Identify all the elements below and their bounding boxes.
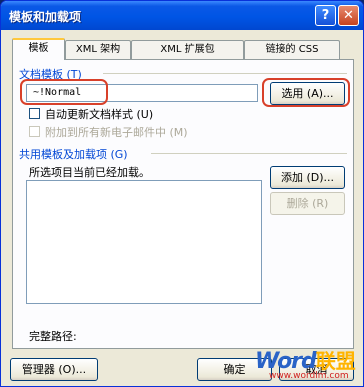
close-button[interactable]: ✕: [338, 5, 359, 26]
tab-xml-expansion-pack[interactable]: XML 扩展包: [131, 40, 244, 59]
watermark-logo: Word联盟: [255, 345, 356, 374]
highlight-choose-button: [262, 78, 350, 107]
add-button[interactable]: 添加 (D)...: [270, 166, 345, 189]
auto-update-label: 自动更新文档样式 (U): [45, 108, 154, 121]
watermark-brand-cn: 联盟: [315, 349, 356, 373]
help-button[interactable]: ?: [315, 5, 336, 26]
remove-button[interactable]: 删除 (R): [270, 192, 345, 215]
window-title: 模板和加载项: [9, 10, 82, 24]
load-status-text: 所选项目当前已经加载。: [29, 166, 150, 179]
attach-email-label: 附加到所有新电子邮件中 (M): [45, 126, 188, 139]
global-templates-list[interactable]: [26, 180, 262, 304]
highlight-template-field: [20, 79, 108, 105]
tab-xml-schema[interactable]: XML 架构: [65, 40, 131, 59]
watermark-url: www.wordlm.com: [269, 371, 349, 381]
attach-email-checkbox[interactable]: [29, 126, 40, 137]
title-bar[interactable]: 模板和加载项 ? ✕: [1, 1, 363, 30]
auto-update-checkbox[interactable]: [29, 108, 40, 119]
group-divider: [151, 153, 347, 154]
tab-template[interactable]: 模板: [12, 38, 65, 60]
global-templates-label: 共用模板及加载项 (G): [19, 148, 128, 161]
organizer-button[interactable]: 管理器 (O)...: [10, 358, 98, 381]
full-path-label: 完整路径:: [29, 330, 77, 343]
dialog-window: 模板和加载项 ? ✕ 模板 XML 架构 XML 扩展包 链接的 CSS 文档模…: [0, 0, 364, 387]
tab-linked-css[interactable]: 链接的 CSS: [244, 40, 340, 59]
group-divider: [103, 73, 347, 74]
